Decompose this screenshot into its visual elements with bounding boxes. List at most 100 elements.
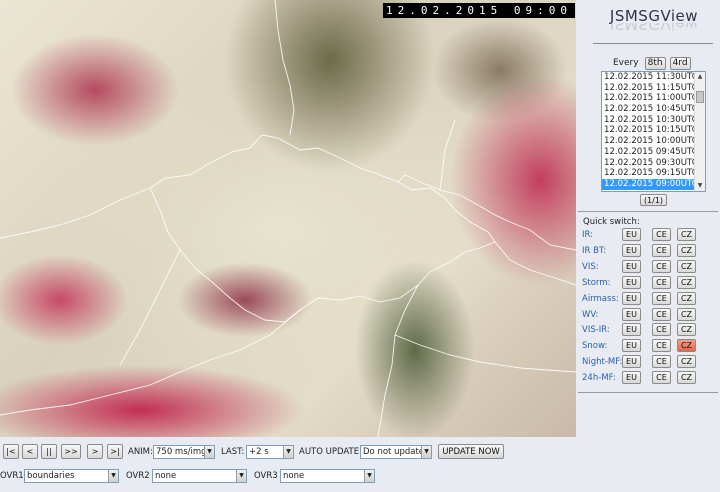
ovr3-select[interactable]: none ▼ bbox=[280, 469, 375, 483]
quick-switch-label: Airmass: bbox=[582, 293, 619, 304]
anim-speed-value: 750 ms/img bbox=[156, 447, 207, 457]
quick-switch-eu-button[interactable]: EU bbox=[622, 355, 641, 369]
time-list-item[interactable]: 12.02.2015 10:00UTC bbox=[602, 136, 705, 147]
quick-switch-cz-button[interactable]: CZ bbox=[677, 259, 696, 273]
quick-switch-cz-button[interactable]: CZ bbox=[677, 355, 696, 369]
scroll-up-icon[interactable]: ▲ bbox=[695, 72, 705, 82]
next-frame-button[interactable]: > bbox=[87, 444, 103, 459]
satellite-image[interactable]: 12.02.2015 09:00 bbox=[0, 0, 576, 437]
time-list-item[interactable]: 12.02.2015 09:15UTC bbox=[602, 168, 705, 179]
quick-switch-label: WV: bbox=[582, 309, 599, 320]
quick-switch-row: IR BT: EU CE CZ bbox=[582, 243, 718, 258]
panel-divider bbox=[578, 211, 718, 212]
ovr3-value: none bbox=[283, 471, 305, 481]
app-logo: JSMSGView JSMSGView bbox=[596, 7, 712, 39]
quick-switch-eu-button[interactable]: EU bbox=[622, 323, 641, 337]
animation-controls: |< < || >> > >| ANIM: 750 ms/img ▼ LAST:… bbox=[0, 444, 720, 460]
scroll-down-icon[interactable]: ▼ bbox=[695, 181, 705, 191]
quick-switch-eu-button[interactable]: EU bbox=[622, 228, 641, 241]
ovr1-select[interactable]: boundaries ▼ bbox=[24, 469, 119, 483]
quick-switch-cz-button[interactable]: CZ bbox=[677, 323, 696, 337]
quick-switch-row: 24h-MF: EU CE CZ bbox=[582, 371, 718, 385]
quick-switch-row: VIS-IR: EU CE CZ bbox=[582, 323, 718, 337]
quick-switch-ce-button[interactable]: CE bbox=[652, 291, 671, 305]
last-delay-select[interactable]: +2 s ▼ bbox=[246, 445, 294, 459]
time-list-item[interactable]: 12.02.2015 09:45UTC bbox=[602, 147, 705, 158]
quick-switch-row: WV: EU CE CZ bbox=[582, 307, 718, 322]
time-list-item[interactable]: 12.02.2015 11:00UTC bbox=[602, 93, 705, 104]
every-4rd-button[interactable]: 4rd bbox=[669, 56, 691, 70]
time-list-item[interactable]: 12.02.2015 10:30UTC bbox=[602, 115, 705, 126]
auto-update-select[interactable]: Do not update ▼ bbox=[360, 445, 432, 459]
overlay-controls: OVR1 boundaries ▼ OVR2 none ▼ OVR3 none … bbox=[0, 468, 720, 484]
anim-speed-select[interactable]: 750 ms/img ▼ bbox=[153, 445, 215, 459]
quick-switch-cz-button[interactable]: CZ bbox=[677, 228, 696, 241]
quick-switch-label: VIS-IR: bbox=[582, 325, 610, 336]
quick-switch-eu-button[interactable]: EU bbox=[622, 307, 641, 321]
quick-switch-eu-button[interactable]: EU bbox=[622, 275, 641, 289]
quick-switch-ce-button[interactable]: CE bbox=[652, 243, 671, 257]
time-list-item[interactable]: 12.02.2015 10:45UTC bbox=[602, 104, 705, 115]
time-listbox[interactable]: 12.02.2015 11:30UTC 12.02.2015 11:15UTC 12… bbox=[601, 71, 706, 192]
time-list-item[interactable]: 12.02.2015 10:15UTC bbox=[602, 125, 705, 136]
ovr2-select[interactable]: none ▼ bbox=[152, 469, 247, 483]
country-boundaries bbox=[0, 0, 576, 437]
quick-switch-eu-button[interactable]: EU bbox=[622, 291, 641, 305]
page-indicator-button[interactable]: (1/1) bbox=[640, 194, 667, 206]
anim-label: ANIM: bbox=[128, 447, 153, 457]
quick-switch-ce-button[interactable]: CE bbox=[652, 323, 671, 337]
quick-switch-cz-button[interactable]: CZ bbox=[677, 339, 696, 353]
quick-switch-cz-button[interactable]: CZ bbox=[677, 243, 696, 257]
chevron-down-icon: ▼ bbox=[283, 446, 293, 458]
auto-update-label: AUTO UPDATE bbox=[299, 447, 360, 457]
ovr1-value: boundaries bbox=[27, 471, 75, 481]
logo-divider bbox=[593, 43, 713, 44]
update-now-button[interactable]: UPDATE NOW bbox=[438, 444, 504, 459]
chevron-down-icon: ▼ bbox=[204, 446, 214, 458]
quick-switch-label: Night-MF: bbox=[582, 357, 623, 368]
pause-button[interactable]: || bbox=[41, 444, 57, 459]
chevron-down-icon: ▼ bbox=[236, 470, 246, 482]
frame-skip-selector: Every 8th 4rd bbox=[613, 56, 691, 70]
quick-switch-label: Snow: bbox=[582, 341, 608, 352]
quick-switch-label: 24h-MF: bbox=[582, 373, 616, 384]
quick-switch-row: Airmass: EU CE CZ bbox=[582, 291, 718, 306]
quick-switch-eu-button[interactable]: EU bbox=[622, 339, 641, 353]
quick-switch-ce-button[interactable]: CE bbox=[652, 355, 671, 369]
quick-switch-ce-button[interactable]: CE bbox=[652, 259, 671, 273]
time-list-item[interactable]: 12.02.2015 11:15UTC bbox=[602, 83, 705, 94]
last-label: LAST: bbox=[221, 447, 245, 457]
quick-switch-ce-button[interactable]: CE bbox=[652, 228, 671, 241]
quick-switch-row: Snow: EU CE CZ bbox=[582, 339, 718, 353]
chevron-down-icon: ▼ bbox=[421, 446, 431, 458]
every-8th-button[interactable]: 8th bbox=[644, 56, 666, 70]
quick-switch-row: IR: EU CE CZ bbox=[582, 228, 718, 242]
quick-switch-eu-button[interactable]: EU bbox=[622, 243, 641, 257]
quick-switch-ce-button[interactable]: CE bbox=[652, 307, 671, 321]
quick-switch-label: IR: bbox=[582, 230, 594, 240]
image-timestamp: 12.02.2015 09:00 bbox=[383, 3, 575, 18]
ovr2-value: none bbox=[155, 471, 177, 481]
first-frame-button[interactable]: |< bbox=[3, 444, 19, 459]
quick-switch-ce-button[interactable]: CE bbox=[652, 371, 671, 385]
app-title-reflection: JSMSGView bbox=[609, 23, 699, 33]
quick-switch-ce-button[interactable]: CE bbox=[652, 339, 671, 353]
quick-switch-eu-button[interactable]: EU bbox=[622, 259, 641, 273]
quick-switch-cz-button[interactable]: CZ bbox=[677, 291, 696, 305]
quick-switch-ce-button[interactable]: CE bbox=[652, 275, 671, 289]
time-list-item[interactable]: 12.02.2015 11:30UTC bbox=[602, 72, 705, 83]
quick-switch-cz-button[interactable]: CZ bbox=[677, 371, 696, 385]
quick-switch-cz-button[interactable]: CZ bbox=[677, 275, 696, 289]
scroll-thumb[interactable] bbox=[696, 91, 704, 103]
quick-switch-label: Storm: bbox=[582, 277, 611, 288]
time-list-scrollbar[interactable]: ▲ ▼ bbox=[694, 72, 705, 191]
quick-switch-row: Night-MF: EU CE CZ bbox=[582, 355, 718, 369]
prev-frame-button[interactable]: < bbox=[22, 444, 38, 459]
quick-switch-cz-button[interactable]: CZ bbox=[677, 307, 696, 321]
last-frame-button[interactable]: >| bbox=[107, 444, 123, 459]
quick-switch-eu-button[interactable]: EU bbox=[622, 371, 641, 385]
time-list-item[interactable]: 12.02.2015 09:30UTC bbox=[602, 158, 705, 169]
ovr3-label: OVR3 bbox=[254, 471, 278, 481]
time-list-item[interactable]: 12.02.2015 09:00UTC bbox=[602, 178, 705, 190]
play-button[interactable]: >> bbox=[61, 444, 81, 459]
